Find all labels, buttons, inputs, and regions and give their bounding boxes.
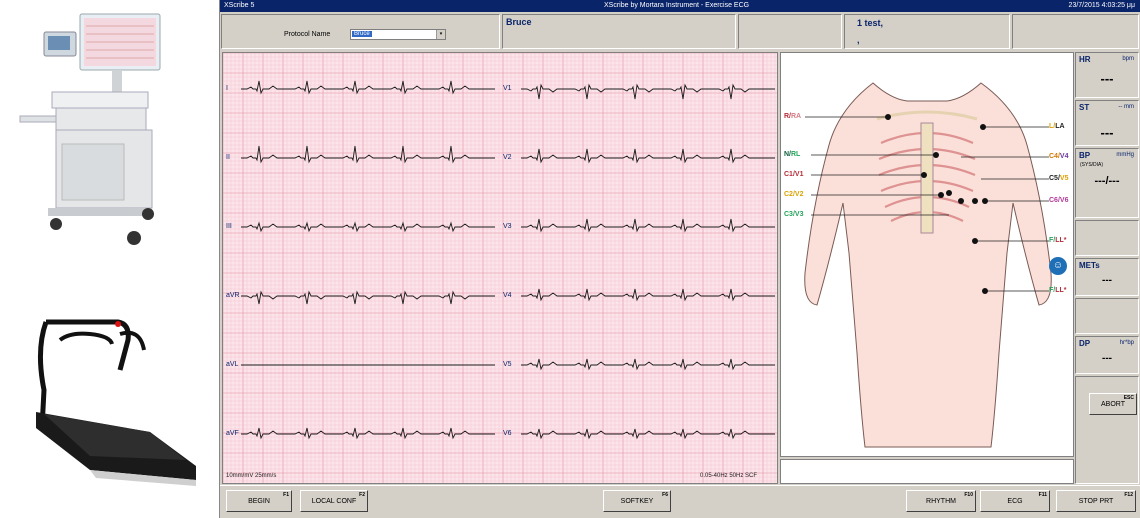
lead-label-III: III: [226, 223, 232, 230]
torso-illustration: [804, 82, 1052, 448]
st-value: ---: [1100, 125, 1114, 140]
app-title: XScribe 5: [224, 2, 255, 9]
begin-key-hint: F1: [283, 492, 289, 498]
hr-unit: bpm: [1122, 56, 1134, 62]
electrode-label-la: L/LA: [1049, 123, 1065, 130]
electrode-label-v2: C2/V2: [784, 191, 804, 198]
softkey-key-hint: F6: [662, 492, 668, 498]
help-icon[interactable]: ☺: [1049, 257, 1067, 275]
local-conf-button-label: LOCAL CONF: [311, 498, 357, 505]
softkey-button[interactable]: SOFTKEY F6: [603, 490, 671, 512]
lead-label-V4: V4: [503, 292, 512, 299]
electrode-label-v5: C5/V5: [1049, 175, 1069, 182]
hr-label: HR: [1079, 55, 1091, 64]
diagram-status-strip: [780, 459, 1074, 484]
electrode-label-v4: C4/V4: [1049, 153, 1069, 160]
electrode-label-v1: C1/V1: [784, 171, 804, 178]
lead-label-V6: V6: [503, 430, 512, 437]
ecg-button-label: ECG: [1007, 498, 1023, 505]
electrode-label-rl: N/RL: [784, 151, 801, 158]
lead-label-aVL: aVL: [226, 361, 239, 368]
protocol-display-cell: Bruce: [502, 14, 736, 49]
dp-value: ---: [1102, 353, 1112, 364]
lead-label-II: II: [226, 154, 230, 161]
header-row: Protocol Name Bruce ▾ Bruce 1 test, ,: [220, 14, 1140, 50]
title-bar: XScribe 5 XScribe by Mortara Instrument …: [220, 0, 1140, 12]
begin-button-label: BEGIN: [248, 498, 270, 505]
st-unit: -- mm: [1118, 104, 1134, 110]
dp-unit: hr*bp: [1119, 340, 1134, 346]
lead-label-V1: V1: [503, 85, 512, 92]
hr-panel: HR bpm ---: [1075, 52, 1139, 98]
stop-prt-button-label: STOP PRT: [1078, 498, 1114, 505]
protocol-cell: Protocol Name Bruce ▾: [221, 14, 500, 49]
ecg-footer-left: 10mm/mV 25mm/s: [226, 473, 277, 479]
lead-label-aVR: aVR: [226, 292, 240, 299]
electrode-label-ll-lower: F/LL*: [1049, 287, 1067, 294]
bp-label: BP: [1079, 151, 1091, 160]
rhythm-button-label: RHYTHM: [926, 498, 956, 505]
ecg-grid: [223, 53, 777, 483]
patient-line-1: 1 test,: [857, 18, 884, 28]
lead-label-V5: V5: [503, 361, 512, 368]
empty-header-cell-1: [738, 14, 842, 49]
bp-value: ---/---: [1094, 175, 1120, 187]
lead-label-V2: V2: [503, 154, 512, 161]
protocol-display: Bruce: [506, 17, 532, 27]
electrode-label-ll-upper: F/LL*: [1049, 237, 1067, 244]
st-label: ST: [1079, 103, 1090, 112]
lead-label-I: I: [226, 85, 228, 92]
dp-panel: DP hr*bp ---: [1075, 336, 1139, 374]
bp-sub-label: (SYS/DIA): [1080, 162, 1104, 168]
protocol-label: Protocol Name: [284, 31, 331, 38]
ecg-cart-image: [19, 13, 161, 245]
abort-area: ABORT ESC: [1075, 376, 1139, 484]
st-panel: ST -- mm ---: [1075, 100, 1139, 146]
begin-button[interactable]: BEGIN F1: [226, 490, 292, 512]
ecg-button[interactable]: ECG F11: [980, 490, 1050, 512]
mets-panel: METs ---: [1075, 258, 1139, 296]
rhythm-key-hint: F10: [964, 492, 973, 498]
empty-header-cell-2: [1012, 14, 1139, 49]
protocol-select[interactable]: Bruce ▾: [350, 29, 446, 40]
softkey-button-label: SOFTKEY: [620, 498, 654, 505]
dp-label: DP: [1079, 339, 1091, 348]
chevron-down-icon[interactable]: ▾: [436, 30, 445, 39]
rhythm-button[interactable]: RHYTHM F10: [906, 490, 976, 512]
lead-label-V3: V3: [503, 223, 512, 230]
local-conf-key-hint: F2: [359, 492, 365, 498]
ecg-footer-right: 0.05-40Hz 50Hz SCF: [700, 473, 758, 479]
stop-prt-button[interactable]: STOP PRT F12: [1056, 490, 1136, 512]
patient-line-2: ,: [857, 35, 860, 45]
xscribe-window: XScribe 5 XScribe by Mortara Instrument …: [219, 0, 1140, 518]
electrode-label-v6: C6/V6: [1049, 197, 1069, 204]
mets-label: METs: [1079, 261, 1100, 270]
datetime: 23/7/2015 4:03:25 μμ: [1068, 2, 1135, 9]
electrode-label-ra: R/RA: [784, 113, 802, 120]
local-conf-button[interactable]: LOCAL CONF F2: [300, 490, 368, 512]
electrode-diagram: R/RA N/RL C1/V1 C2/V2 C3/V3 L/LA C4/V4 C…: [780, 52, 1074, 457]
hr-value: ---: [1100, 71, 1114, 86]
empty-vital-panel-2: [1075, 298, 1139, 334]
abort-button-label: ABORT: [1101, 401, 1125, 408]
window-center-title: XScribe by Mortara Instrument - Exercise…: [604, 2, 750, 9]
patient-cell: 1 test, ,: [844, 14, 1010, 49]
ecg-display: I II III aVR aVL aVF V1 V2 V3 V4 V5 V6 1…: [222, 52, 778, 484]
ecg-key-hint: F11: [1038, 492, 1047, 498]
bp-panel: BP mmHg (SYS/DIA) ---/---: [1075, 148, 1139, 218]
mets-value: ---: [1102, 275, 1112, 286]
empty-vital-panel: [1075, 220, 1139, 256]
protocol-select-value: Bruce: [352, 31, 372, 37]
lead-label-aVF: aVF: [226, 430, 239, 437]
function-key-bar: BEGIN F1 LOCAL CONF F2 SOFTKEY F6 RHYTHM…: [220, 485, 1140, 518]
stop-prt-key-hint: F12: [1124, 492, 1133, 498]
bp-unit: mmHg: [1116, 152, 1134, 158]
abort-button[interactable]: ABORT ESC: [1089, 393, 1137, 415]
product-photos: [0, 0, 218, 518]
electrode-label-v3: C3/V3: [784, 211, 804, 218]
abort-key-hint: ESC: [1123, 395, 1134, 401]
treadmill-image: [36, 319, 196, 486]
